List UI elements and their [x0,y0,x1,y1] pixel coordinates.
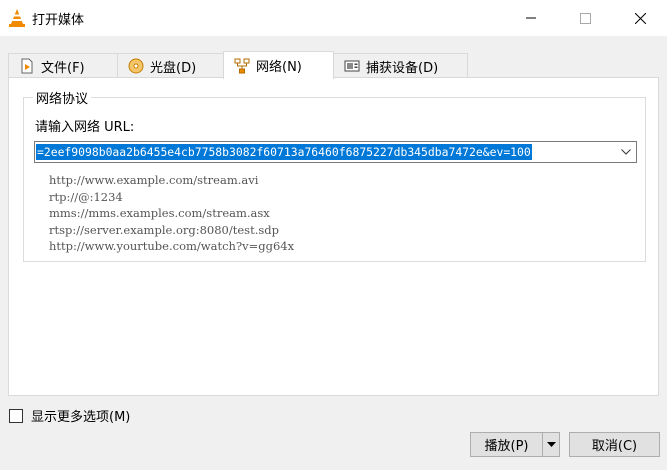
url-input[interactable]: =2eef9098b0aa2b6455e4cb7758b3082f60713a7… [34,141,637,163]
url-label: 请输入网络 URL: [35,120,135,135]
example-url: http://www.example.com/stream.avi [49,173,259,187]
tab-network-label: 网络(N) [256,60,302,75]
cancel-button-label: 取消(C) [591,439,638,454]
window-title: 打开媒体 [32,13,85,28]
url-examples: http://www.example.com/stream.avi rtp://… [49,172,294,255]
network-protocol-group: 网络协议 请输入网络 URL: =2eef9098b0aa2b6455e4cb7… [23,88,646,262]
caret-down-icon [546,442,556,447]
network-panel: 网络协议 请输入网络 URL: =2eef9098b0aa2b6455e4cb7… [8,77,659,396]
play-button[interactable]: 播放(P) [470,432,543,457]
maximize-button[interactable] [562,0,608,36]
example-url: rtsp://server.example.org:8080/test.sdp [49,222,279,237]
example-url: http://www.yourtube.com/watch?v=gg64x [49,239,295,254]
show-more-label: 显示更多选项(M) [31,410,131,425]
chevron-down-icon[interactable] [616,142,636,162]
tab-capture-device[interactable]: 捕获设备(D) [333,53,468,78]
tab-bar: 文件(F) 光盘(D) 网络(N) 捕获设备(D) [8,51,468,79]
show-more-checkbox[interactable] [9,408,23,423]
minimize-button[interactable] [508,0,554,36]
disc-icon [128,58,144,74]
tab-network[interactable]: 网络(N) [223,51,334,79]
cancel-button[interactable]: 取消(C) [569,432,660,457]
show-more-options[interactable]: 显示更多选项(M) [9,406,130,425]
example-url: rtp://@:1234 [49,189,123,204]
group-title: 网络协议 [33,88,92,107]
title-bar: 打开媒体 [0,0,667,36]
vlc-cone-icon [8,8,26,28]
tab-disc[interactable]: 光盘(D) [117,53,224,78]
url-input-value[interactable]: =2eef9098b0aa2b6455e4cb7758b3082f60713a7… [36,144,532,160]
close-button[interactable] [617,0,663,36]
tab-file-label: 文件(F) [41,60,85,76]
tab-capture-device-label: 捕获设备(D) [366,60,439,76]
tab-disc-label: 光盘(D) [150,60,197,76]
capture-device-icon [344,58,360,74]
close-icon [634,12,646,24]
tab-file[interactable]: 文件(F) [8,53,118,78]
example-url: mms://mms.examples.com/stream.asx [49,206,270,221]
play-button-label: 播放(P) [484,439,529,454]
play-dropdown-button[interactable] [542,432,560,457]
network-icon [234,58,250,74]
file-play-icon [19,58,35,74]
